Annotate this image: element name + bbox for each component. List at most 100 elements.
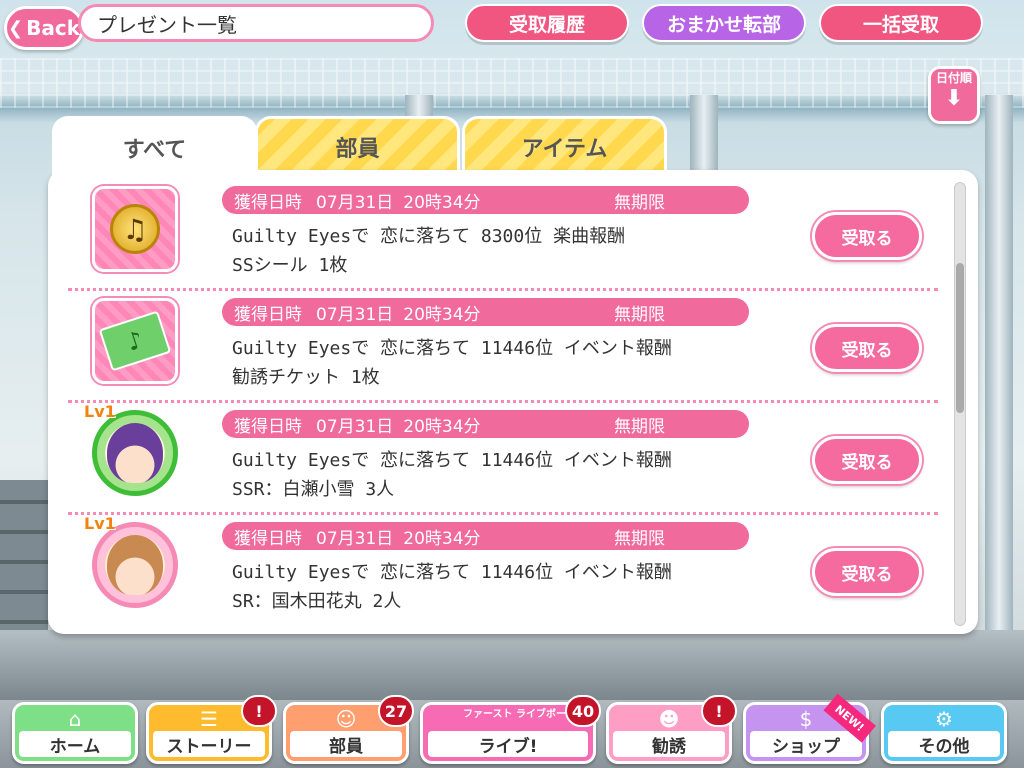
- thumbnail-frame: ♫: [92, 186, 178, 272]
- nav-other[interactable]: ⚙ その他: [881, 702, 1007, 764]
- list-scrollbar[interactable]: [954, 182, 966, 626]
- nav-solicit[interactable]: ☻ 勧誘 !: [606, 695, 737, 764]
- nav-shop-label: ショップ: [750, 731, 862, 757]
- back-button[interactable]: ❮ Back: [4, 6, 84, 50]
- receive-button[interactable]: 受取る: [812, 212, 922, 260]
- nav-shop[interactable]: NEW! $ ショップ: [743, 693, 876, 764]
- character-face: [107, 423, 163, 483]
- receive-all-button[interactable]: 一括受取: [819, 4, 983, 42]
- time-value: 20時34分: [403, 304, 481, 325]
- expiry-value: 無期限: [614, 416, 665, 437]
- receive-label: 受取る: [841, 564, 893, 585]
- page-title-text: プレゼント一覧: [97, 12, 237, 37]
- present-item: SSR：白瀬小雪 3人: [232, 479, 395, 500]
- sort-label: 日付順: [935, 71, 972, 85]
- scrollbar-thumb[interactable]: [956, 263, 964, 413]
- auto-transfer-button[interactable]: おまかせ転部: [642, 4, 806, 42]
- coin-icon: $: [799, 707, 813, 731]
- page-title: プレゼント一覧: [78, 4, 434, 42]
- tab-item-label: アイテム: [521, 136, 608, 162]
- receive-button[interactable]: 受取る: [812, 436, 922, 484]
- auto-transfer-label: おまかせ転部: [666, 13, 781, 36]
- time-value: 20時34分: [403, 192, 481, 213]
- tab-all-label: すべて: [122, 138, 187, 163]
- date-label: 獲得日時: [234, 416, 302, 437]
- date-bar: 獲得日時 07月31日 20時34分 無期限: [222, 410, 749, 438]
- tab-member-label: 部員: [335, 136, 380, 162]
- character-face: [107, 535, 163, 595]
- receive-button[interactable]: 受取る: [812, 324, 922, 372]
- time-value: 20時34分: [403, 416, 481, 437]
- home-icon: ⌂: [68, 707, 82, 731]
- music-coin-icon: ♫: [110, 204, 160, 254]
- present-thumbnail: Lv1: [84, 514, 178, 608]
- tab-member[interactable]: 部員: [255, 116, 460, 174]
- speech-bubble-icon: ☰: [200, 707, 218, 731]
- ticket-icon: ♪: [98, 310, 172, 372]
- receive-history-label: 受取履歴: [508, 13, 585, 36]
- live-count-badge: 40: [565, 695, 601, 727]
- nav-live-label: ライブ!: [428, 731, 588, 757]
- nav-story-label: ストーリー: [153, 731, 265, 757]
- present-source: Guilty Eyesで 恋に落ちて 11446位 イベント報酬: [232, 450, 672, 471]
- nav-solicit-label: 勧誘: [613, 731, 725, 757]
- nav-live[interactable]: ファースト ライブボーナス ライブ! 40: [420, 695, 601, 764]
- present-thumbnail: ♫: [92, 186, 178, 272]
- background-pillar: [985, 95, 1013, 655]
- receive-all-label: 一括受取: [862, 13, 939, 36]
- level-badge: Lv1: [84, 402, 116, 421]
- present-item: 勧誘チケット 1枚: [232, 367, 380, 388]
- level-badge: Lv1: [84, 514, 116, 533]
- character-avatar-icon: [92, 522, 178, 608]
- receive-history-button[interactable]: 受取履歴: [465, 4, 629, 42]
- present-thumbnail: Lv1: [84, 402, 178, 496]
- alert-badge-icon: !: [241, 695, 277, 727]
- date-value: 07月31日: [316, 192, 394, 213]
- nav-other-label: その他: [888, 731, 1000, 757]
- date-label: 獲得日時: [234, 192, 302, 213]
- time-value: 20時34分: [403, 528, 481, 549]
- present-row: ♪ 獲得日時 07月31日 20時34分 無期限 Guilty Eyesで 恋に…: [72, 286, 942, 398]
- present-source: Guilty Eyesで 恋に落ちて 11446位 イベント報酬: [232, 562, 672, 583]
- present-description: Guilty Eyesで 恋に落ちて 11446位 イベント報酬 SR：国木田花…: [232, 558, 672, 616]
- present-row: Lv1 獲得日時 07月31日 20時34分 無期限 Guilty Eyesで …: [72, 398, 942, 510]
- gear-icon: ⚙: [935, 707, 953, 731]
- date-label: 獲得日時: [234, 528, 302, 549]
- expiry-value: 無期限: [614, 528, 665, 549]
- present-item: SR：国木田花丸 2人: [232, 591, 402, 612]
- expiry-value: 無期限: [614, 192, 665, 213]
- nav-home[interactable]: ⌂ ホーム: [12, 702, 138, 764]
- date-value: 07月31日: [316, 528, 394, 549]
- present-row: Lv1 獲得日時 07月31日 20時34分 無期限 Guilty Eyesで …: [72, 510, 942, 622]
- character-avatar-icon: [92, 410, 178, 496]
- receive-label: 受取る: [841, 452, 893, 473]
- sort-button[interactable]: 日付順 ⬇: [928, 66, 980, 124]
- thumbnail-frame: ♪: [92, 298, 178, 384]
- present-source: Guilty Eyesで 恋に落ちて 8300位 楽曲報酬: [232, 226, 626, 247]
- date-value: 07月31日: [316, 416, 394, 437]
- date-bar: 獲得日時 07月31日 20時34分 無期限: [222, 186, 749, 214]
- present-thumbnail: ♪: [92, 298, 178, 384]
- present-description: Guilty Eyesで 恋に落ちて 11446位 イベント報酬 勧誘チケット …: [232, 334, 672, 392]
- present-description: Guilty Eyesで 恋に落ちて 11446位 イベント報酬 SSR：白瀬小…: [232, 446, 672, 504]
- present-source: Guilty Eyesで 恋に落ちて 11446位 イベント報酬: [232, 338, 672, 359]
- chevron-left-icon: ❮: [8, 17, 24, 39]
- back-label: Back: [26, 16, 80, 40]
- member-count-badge: 27: [378, 695, 414, 727]
- nav-story[interactable]: ☰ ストーリー !: [146, 695, 277, 764]
- receive-label: 受取る: [841, 340, 893, 361]
- tab-all[interactable]: すべて: [52, 116, 257, 180]
- present-description: Guilty Eyesで 恋に落ちて 8300位 楽曲報酬 SSシール 1枚: [232, 222, 625, 280]
- background-floor: [0, 630, 1024, 700]
- nav-member[interactable]: ☺ 部員 27: [283, 695, 414, 764]
- receive-button[interactable]: 受取る: [812, 548, 922, 596]
- tab-item[interactable]: アイテム: [462, 116, 667, 174]
- expiry-value: 無期限: [614, 304, 665, 325]
- receive-label: 受取る: [841, 228, 893, 249]
- present-item: SSシール 1枚: [232, 255, 348, 276]
- arrow-down-icon: ⬇: [944, 86, 964, 111]
- date-bar: 獲得日時 07月31日 20時34分 無期限: [222, 522, 749, 550]
- date-bar: 獲得日時 07月31日 20時34分 無期限: [222, 298, 749, 326]
- alert-badge-icon: !: [701, 695, 737, 727]
- member-icon: ☺: [335, 707, 357, 731]
